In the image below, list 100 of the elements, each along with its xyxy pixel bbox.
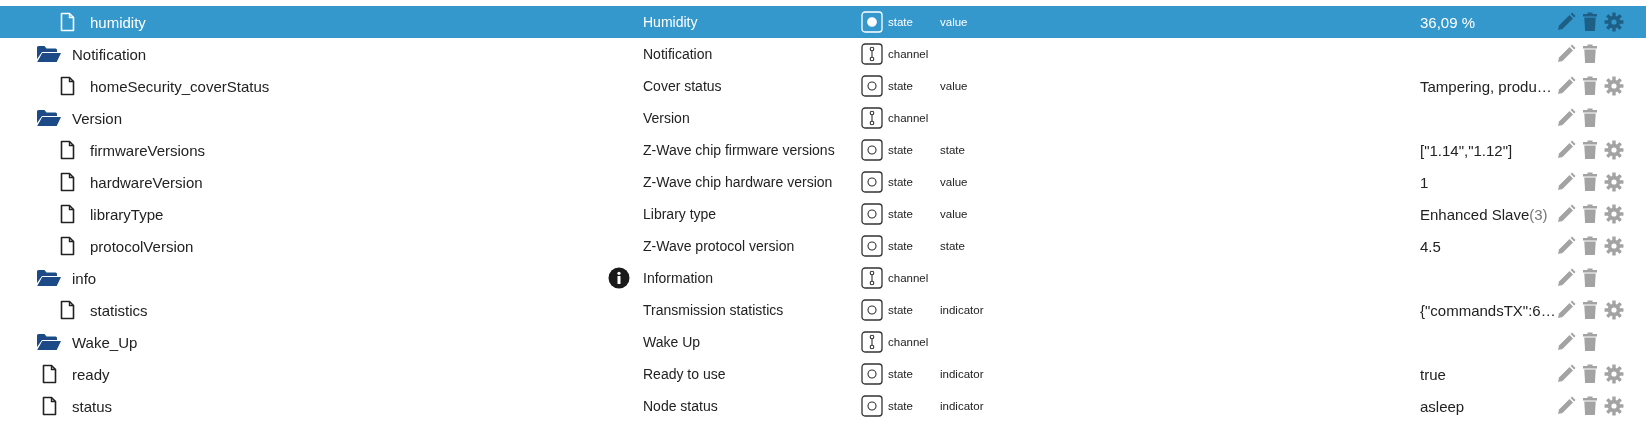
- pin-icon: [861, 43, 883, 65]
- object-role: value: [940, 176, 969, 188]
- object-type: channel: [888, 336, 930, 348]
- object-description: Ready to use: [643, 366, 727, 382]
- object-description: Z-Wave chip firmware versions: [643, 142, 836, 158]
- object-value: 1: [1420, 173, 1430, 191]
- file-icon: [42, 364, 57, 384]
- object-role: state: [940, 240, 966, 252]
- file-icon: [42, 396, 57, 416]
- object-name: ready: [72, 365, 110, 383]
- pin-icon: [861, 107, 883, 129]
- delete-button[interactable]: [1582, 268, 1598, 288]
- object-name: statistics: [90, 301, 148, 319]
- edit-button[interactable]: [1556, 236, 1576, 256]
- object-description: Wake Up: [643, 334, 702, 350]
- object-type: state: [888, 240, 914, 252]
- edit-button[interactable]: [1556, 140, 1576, 160]
- delete-button[interactable]: [1582, 300, 1598, 320]
- edit-button[interactable]: [1556, 332, 1576, 352]
- settings-button[interactable]: [1604, 12, 1624, 32]
- delete-button[interactable]: [1582, 396, 1598, 416]
- delete-button[interactable]: [1582, 12, 1598, 32]
- object-value: {"commandsTX":6…: [1420, 301, 1556, 319]
- open-folder-icon: [36, 45, 62, 63]
- object-type: state: [888, 16, 914, 28]
- delete-button[interactable]: [1582, 332, 1598, 352]
- object-value: asleep: [1420, 397, 1466, 415]
- edit-button[interactable]: [1556, 76, 1576, 96]
- object-type: channel: [888, 48, 930, 60]
- delete-button[interactable]: [1582, 236, 1598, 256]
- object-value: 4.5: [1420, 237, 1442, 255]
- object-type: state: [888, 176, 914, 188]
- object-type: channel: [888, 272, 930, 284]
- open-folder-icon: [36, 333, 62, 351]
- settings-button[interactable]: [1604, 76, 1624, 96]
- file-icon: [60, 204, 75, 224]
- object-type: state: [888, 368, 914, 380]
- object-description: Information: [643, 270, 715, 286]
- edit-button[interactable]: [1556, 300, 1576, 320]
- object-role: state: [940, 144, 966, 156]
- object-description: Cover status: [643, 78, 723, 94]
- object-type: state: [888, 80, 914, 92]
- object-name: info: [72, 269, 97, 287]
- object-value: ["1.14","1.12"]: [1420, 141, 1514, 159]
- file-icon: [60, 236, 75, 256]
- object-value: Enhanced Slave(3): [1420, 205, 1549, 223]
- object-name: hardwareVersion: [90, 173, 203, 191]
- edit-button[interactable]: [1556, 268, 1576, 288]
- delete-button[interactable]: [1582, 76, 1598, 96]
- settings-button[interactable]: [1604, 236, 1624, 256]
- object-role: indicator: [940, 400, 985, 412]
- file-icon: [60, 172, 75, 192]
- edit-button[interactable]: [1556, 172, 1576, 192]
- settings-button[interactable]: [1604, 140, 1624, 160]
- object-type: state: [888, 400, 914, 412]
- edit-button[interactable]: [1556, 44, 1576, 64]
- edit-button[interactable]: [1556, 396, 1576, 416]
- delete-button[interactable]: [1582, 44, 1598, 64]
- object-name: protocolVersion: [90, 237, 194, 255]
- delete-button[interactable]: [1582, 204, 1598, 224]
- object-description: Node status: [643, 398, 719, 414]
- open-folder-icon: [36, 269, 62, 287]
- object-role: value: [940, 16, 969, 28]
- object-name: homeSecurity_coverStatus: [90, 77, 270, 95]
- delete-button[interactable]: [1582, 172, 1598, 192]
- file-icon: [60, 12, 75, 32]
- file-icon: [60, 300, 75, 320]
- object-type: state: [888, 304, 914, 316]
- object-value: Tampering, produ…: [1420, 77, 1553, 95]
- object-name: Version: [72, 109, 123, 127]
- file-icon: [60, 76, 75, 96]
- settings-button[interactable]: [1604, 396, 1624, 416]
- settings-button[interactable]: [1604, 364, 1624, 384]
- delete-button[interactable]: [1582, 364, 1598, 384]
- edit-button[interactable]: [1556, 364, 1576, 384]
- object-description: Z-Wave protocol version: [643, 238, 796, 254]
- file-icon: [60, 140, 75, 160]
- object-name: Wake_Up: [72, 333, 138, 351]
- settings-button[interactable]: [1604, 204, 1624, 224]
- object-name: Notification: [72, 45, 147, 63]
- settings-button[interactable]: [1604, 300, 1624, 320]
- object-description: Humidity: [643, 14, 699, 30]
- object-value: 36,09 %: [1420, 13, 1477, 31]
- object-description: Notification: [643, 46, 714, 62]
- delete-button[interactable]: [1582, 140, 1598, 160]
- settings-button[interactable]: [1604, 172, 1624, 192]
- object-role: value: [940, 208, 969, 220]
- object-name: libraryType: [90, 205, 164, 223]
- object-description: Z-Wave chip hardware version: [643, 174, 834, 190]
- object-description: Library type: [643, 206, 718, 222]
- edit-button[interactable]: [1556, 204, 1576, 224]
- edit-button[interactable]: [1556, 108, 1576, 128]
- object-name: humidity: [90, 13, 146, 31]
- edit-button[interactable]: [1556, 12, 1576, 32]
- delete-button[interactable]: [1582, 108, 1598, 128]
- object-name: status: [72, 397, 113, 415]
- object-name: firmwareVersions: [90, 141, 206, 159]
- object-role: value: [940, 80, 969, 92]
- object-description: Transmission statistics: [643, 302, 785, 318]
- object-type: state: [888, 144, 914, 156]
